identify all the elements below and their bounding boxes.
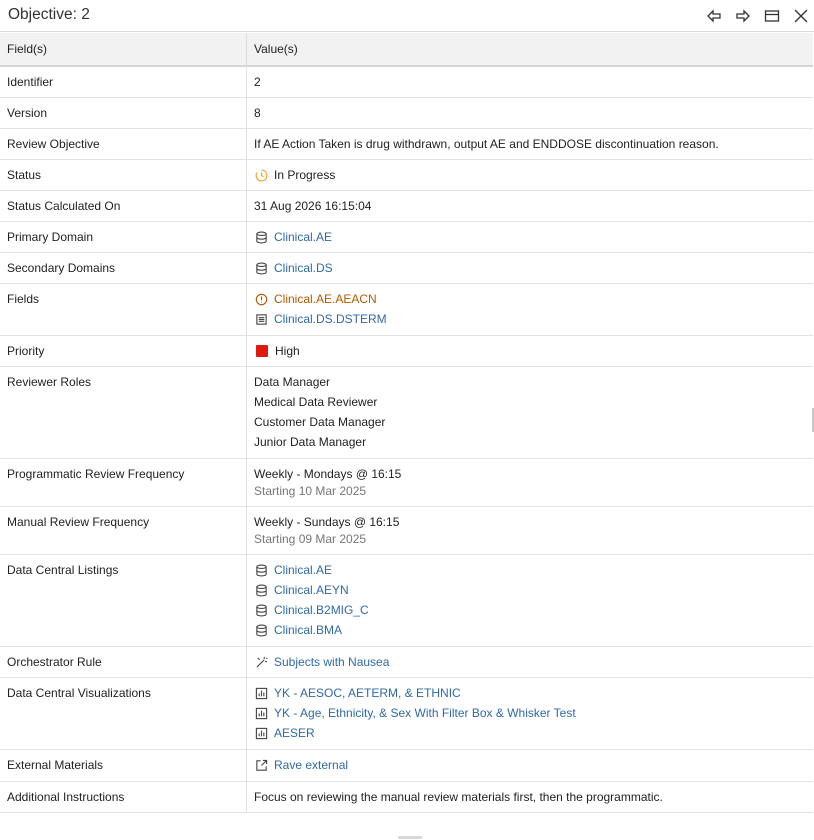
table-header: Field(s) Value(s) — [0, 33, 813, 67]
database-icon — [254, 583, 268, 597]
priority-value: High — [275, 344, 300, 358]
visualization-link[interactable]: YK - AESOC, AETERM, & ETHNIC — [274, 686, 461, 700]
visualization-link[interactable]: AESER — [274, 726, 315, 740]
toggle-panel-button[interactable] — [763, 7, 781, 25]
row-identifier: Identifier 2 — [0, 67, 813, 98]
field-link[interactable]: Clinical.AE.AEACN — [274, 292, 377, 306]
listing-link[interactable]: Clinical.AEYN — [274, 583, 349, 597]
row-listings: Data Central Listings Clinical.AE Clinic… — [0, 555, 813, 647]
database-icon — [254, 261, 268, 275]
row-priority: Priority High — [0, 336, 813, 367]
external-link-icon — [254, 758, 268, 772]
listing-link[interactable]: Clinical.BMA — [274, 623, 342, 637]
warning-circle-icon — [254, 292, 268, 306]
database-icon — [254, 230, 268, 244]
secondary-domain-link[interactable]: Clinical.DS — [274, 261, 333, 275]
close-icon — [794, 9, 808, 23]
listing-link[interactable]: Clinical.B2MIG_C — [274, 603, 369, 617]
database-icon — [254, 603, 268, 617]
database-icon — [254, 623, 268, 637]
row-visualizations: Data Central Visualizations YK - AESOC, … — [0, 678, 813, 750]
panel-titlebar: Objective: 2 — [0, 0, 814, 32]
row-review-objective: Review Objective If AE Action Taken is d… — [0, 129, 813, 160]
magic-wand-icon — [254, 655, 268, 669]
status-value: In Progress — [274, 168, 336, 182]
bar-chart-icon — [254, 726, 268, 740]
row-secondary-domains: Secondary Domains Clinical.DS — [0, 253, 813, 284]
details-table: Field(s) Value(s) Identifier 2 Version 8… — [0, 33, 813, 813]
panel-title: Objective: 2 — [8, 6, 90, 23]
database-icon — [254, 563, 268, 577]
priority-high-indicator — [256, 345, 268, 357]
row-fields: Fields Clinical.AE.AEACN Clinical.DS.DST… — [0, 284, 813, 336]
row-external-materials: External Materials Rave external — [0, 750, 813, 782]
resize-handle[interactable] — [398, 836, 422, 839]
row-status-calculated: Status Calculated On 31 Aug 2026 16:15:0… — [0, 191, 813, 222]
external-material-link[interactable]: Rave external — [274, 758, 348, 772]
field-link[interactable]: Clinical.DS.DSTERM — [274, 312, 387, 326]
reviewer-role: Medical Data Reviewer — [254, 395, 378, 409]
in-progress-clock-icon — [254, 168, 268, 182]
row-reviewer-roles: Reviewer Roles Data Manager Medical Data… — [0, 367, 813, 459]
orchestrator-rule-link[interactable]: Subjects with Nausea — [274, 655, 389, 669]
previous-button[interactable] — [705, 7, 723, 25]
bar-chart-icon — [254, 706, 268, 720]
field-list-icon — [254, 312, 268, 326]
panel-layout-icon — [764, 10, 780, 22]
row-orchestrator-rule: Orchestrator Rule Subjects with Nausea — [0, 647, 813, 678]
row-programmatic-frequency: Programmatic Review Frequency Weekly - M… — [0, 459, 813, 507]
primary-domain-link[interactable]: Clinical.AE — [274, 230, 332, 244]
column-header-values: Value(s) — [246, 33, 813, 65]
reviewer-role: Junior Data Manager — [254, 435, 367, 449]
visualization-link[interactable]: YK - Age, Ethnicity, & Sex With Filter B… — [274, 706, 576, 720]
listing-link[interactable]: Clinical.AE — [274, 563, 332, 577]
row-version: Version 8 — [0, 98, 813, 129]
row-status: Status In Progress — [0, 160, 813, 191]
reviewer-role: Customer Data Manager — [254, 415, 386, 429]
column-header-fields: Field(s) — [7, 42, 48, 56]
next-button[interactable] — [734, 7, 752, 25]
bar-chart-icon — [254, 686, 268, 700]
reviewer-role: Data Manager — [254, 375, 331, 389]
close-button[interactable] — [792, 7, 810, 25]
row-manual-frequency: Manual Review Frequency Weekly - Sundays… — [0, 507, 813, 555]
arrow-right-icon — [736, 9, 750, 23]
row-primary-domain: Primary Domain Clinical.AE — [0, 222, 813, 253]
row-additional-instructions: Additional Instructions Focus on reviewi… — [0, 782, 813, 813]
arrow-left-icon — [707, 9, 721, 23]
